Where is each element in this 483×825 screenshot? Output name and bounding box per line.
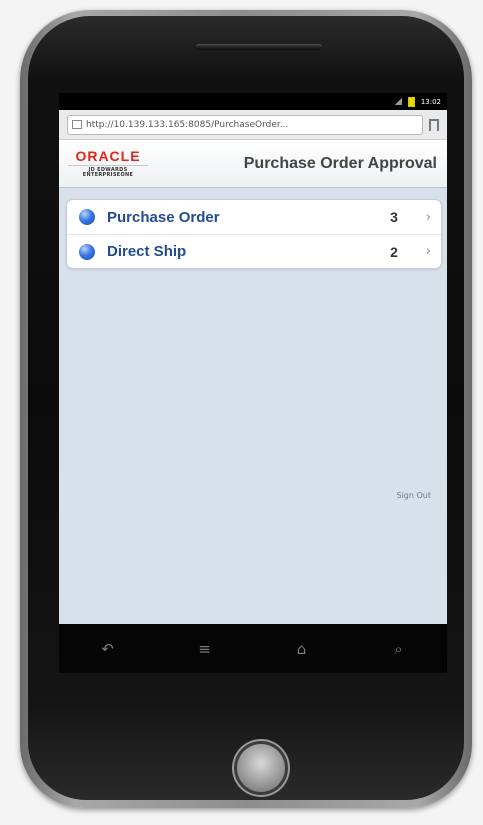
list-item-count: 2 [390,243,398,260]
search-icon[interactable]: ⌕ [384,640,414,658]
oracle-logo: ORACLE JD EDWARDS ENTERPRISEONE [67,149,149,178]
signal-icon [393,98,402,105]
list-item-purchase-order[interactable]: Purchase Order 3 › [67,200,441,234]
approval-list: Purchase Order 3 › Direct Ship 2 › [66,199,442,269]
list-item-label: Direct Ship [107,243,187,260]
bookmark-icon[interactable] [429,118,439,133]
blue-bullet-icon [79,243,95,260]
blue-bullet-icon [79,209,95,225]
main-content: Purchase Order 3 › Direct Ship 2 › Sign … [59,188,447,672]
chevron-right-icon: › [425,244,431,259]
back-icon[interactable]: ↶ [93,640,123,658]
logo-divider [68,165,148,166]
android-nav-bar: ↶ ≡ ⌂ ⌕ [59,624,447,673]
url-field[interactable]: http://10.139.133.165:8085/PurchaseOrder… [67,114,423,135]
browser-url-bar: http://10.139.133.165:8085/PurchaseOrder… [59,110,447,140]
page-icon [72,120,82,129]
list-item-count: 3 [390,209,398,225]
app-header: ORACLE JD EDWARDS ENTERPRISEONE Purchase… [59,140,447,188]
battery-icon [407,96,415,107]
status-time: 13:02 [420,97,441,106]
chevron-right-icon: › [425,209,431,225]
page-title: Purchase Order Approval [243,154,437,172]
status-bar: 13:02 [59,93,447,110]
menu-icon[interactable]: ≡ [190,640,220,658]
logo-brand: ORACLE [75,148,141,164]
url-text: http://10.139.133.165:8085/PurchaseOrder… [86,119,289,130]
earpiece-speaker [196,44,322,50]
hardware-home-button[interactable] [237,744,285,792]
sign-out-link[interactable]: Sign Out [397,491,432,500]
list-item-label: Purchase Order [107,208,220,226]
phone-screen: 13:02 http://10.139.133.165:8085/Purchas… [59,93,447,673]
logo-subtitle: JD EDWARDS ENTERPRISEONE [82,167,134,178]
list-item-direct-ship[interactable]: Direct Ship 2 › [67,234,441,268]
home-icon[interactable]: ⌂ [287,640,317,658]
